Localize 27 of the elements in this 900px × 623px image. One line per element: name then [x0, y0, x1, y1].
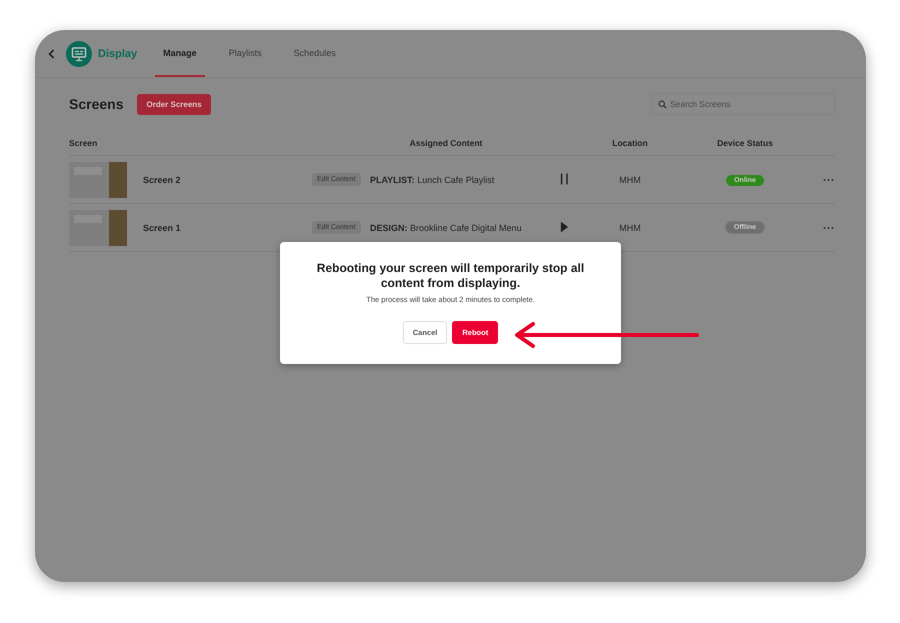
nav-tab[interactable]: Schedules [286, 30, 344, 77]
photo-placeholder [69, 210, 127, 246]
assigned-content: PLAYLIST: Lunch Cafe Playlist [370, 174, 496, 184]
photo-placeholder [69, 162, 127, 198]
pause-icon[interactable] [560, 172, 569, 184]
back-icon[interactable] [48, 48, 56, 60]
column-header: Location [611, 138, 649, 148]
column-header: Assigned Content [408, 138, 484, 148]
location: MHM [618, 222, 642, 232]
column-header: Screen [69, 138, 98, 148]
screen-name: Screen 1 [143, 222, 182, 232]
nav-tab[interactable]: Manage [155, 30, 205, 77]
more-icon[interactable] [823, 226, 834, 230]
search-icon [658, 100, 667, 109]
search-field[interactable]: Search Screens [651, 93, 835, 115]
play-icon[interactable] [560, 220, 569, 232]
monitor-icon [66, 40, 92, 66]
page-title: Screens [69, 96, 124, 112]
app-name: Display [98, 48, 138, 60]
dialog-title: Rebooting your screen will temporarily stop all content from displaying. [316, 261, 586, 291]
nav-tab[interactable]: Playlists [220, 30, 270, 77]
location: MHM [618, 174, 642, 184]
column-header: Device Status [716, 138, 774, 148]
more-icon[interactable] [823, 178, 834, 182]
assigned-content: DESIGN: Brookline Cafe Digital Menu [370, 222, 523, 232]
screen-name: Screen 2 [143, 174, 182, 184]
order-screens-button[interactable]: Order Screens [137, 94, 211, 114]
